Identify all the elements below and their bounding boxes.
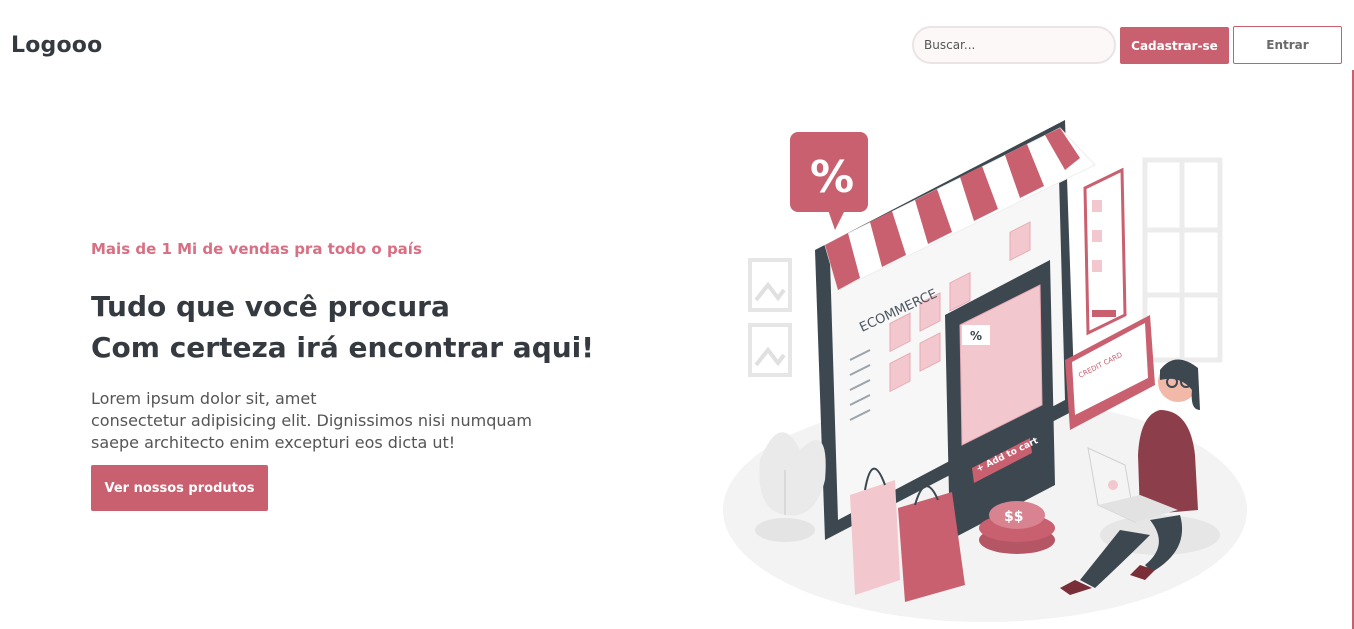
- percent-icon: %: [810, 152, 854, 203]
- search-input[interactable]: [912, 26, 1116, 64]
- coin-symbol: $$: [1004, 509, 1023, 525]
- wall-frames: [748, 258, 792, 377]
- signup-button[interactable]: Cadastrar-se: [1120, 27, 1229, 64]
- hero-headline: Tudo que você procura Com certeza irá en…: [91, 286, 611, 368]
- window: [1142, 157, 1223, 363]
- hero-eyebrow: Mais de 1 Mi de vendas pra todo o país: [91, 240, 422, 258]
- hero-section: Mais de 1 Mi de vendas pra todo o país T…: [91, 240, 611, 511]
- headline-line-1: Tudo que você procura: [91, 290, 450, 323]
- card-percent-label: %: [970, 329, 982, 343]
- hero-description: Lorem ipsum dolor sit, amet consectetur …: [91, 388, 611, 454]
- description-line-3: saepe architecto enim excepturi eos dict…: [91, 433, 456, 452]
- headline-line-2: Com certeza irá encontrar aqui!: [91, 331, 595, 364]
- view-products-button[interactable]: Ver nossos produtos: [91, 465, 268, 511]
- ecommerce-illustration: ECOMMERCE % % + Add to cart CREDIT CARD …: [723, 120, 1247, 622]
- description-line-2: consectetur adipisicing elit. Dignissimo…: [91, 411, 532, 430]
- top-navbar: Logooo Cadastrar-se Entrar: [0, 0, 1354, 90]
- description-line-1: Lorem ipsum dolor sit, amet: [91, 389, 317, 408]
- login-button[interactable]: Entrar: [1233, 26, 1342, 64]
- logo[interactable]: Logooo: [11, 33, 102, 58]
- discount-bubble: %: [790, 132, 868, 230]
- price-list: [1083, 167, 1127, 336]
